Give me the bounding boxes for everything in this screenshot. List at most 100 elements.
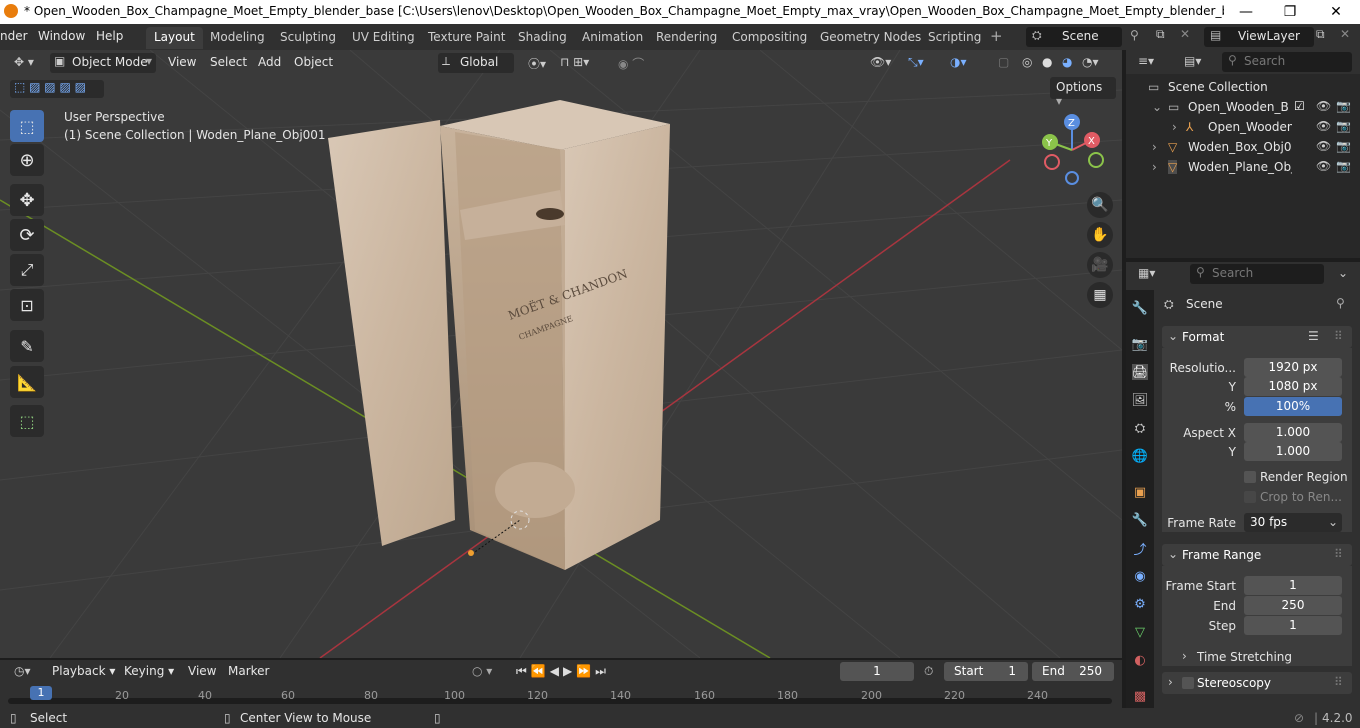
pivot-icon[interactable]: ⦿▾ (524, 53, 550, 73)
editor-type-icon[interactable]: ✥ ▾ (10, 53, 38, 73)
new-scene-icon[interactable]: ⧉ (1156, 27, 1165, 42)
expand-icon[interactable]: › (1172, 120, 1177, 134)
close-button[interactable]: ✕ (1326, 2, 1346, 22)
tool-tab-icon[interactable]: 🔧 (1132, 300, 1148, 316)
move-tool[interactable]: ✥ (10, 184, 44, 216)
editor-type-icon[interactable]: ▦▾ (1138, 266, 1155, 280)
aspect-y-field[interactable]: 1.000 (1244, 442, 1342, 461)
shading-material-icon[interactable]: ◕ (1058, 53, 1076, 73)
eye-icon[interactable]: 👁 (1316, 159, 1331, 173)
drag-handle-icon[interactable]: ⠿ (1334, 547, 1343, 561)
viewlayer-selector[interactable]: ▤ ViewLayer (1204, 27, 1314, 47)
options-dropdown[interactable]: Options ▾ (1050, 77, 1116, 108)
tab-modeling[interactable]: Modeling (202, 27, 273, 49)
tab-animation[interactable]: Animation (574, 27, 651, 49)
menu-keying[interactable]: Keying ▾ (120, 662, 178, 682)
menu-marker[interactable]: Marker (224, 662, 273, 682)
mode-dropdown[interactable]: ▣ Object Mode ▾ (50, 53, 156, 73)
scene-selector[interactable]: ⛭ Scene (1026, 27, 1122, 47)
properties-search-input[interactable]: ⚲ Search (1190, 264, 1324, 284)
tab-layout[interactable]: Layout (146, 27, 203, 49)
current-frame-marker[interactable]: 1 (30, 686, 52, 700)
timer-icon[interactable]: ⏱ (920, 662, 937, 682)
pin-scene-icon[interactable]: ⚲ (1130, 28, 1139, 42)
end-frame-field[interactable]: End 250 (1032, 662, 1114, 681)
constraints-tab-icon[interactable]: ⚙ (1132, 596, 1148, 612)
texture-tab-icon[interactable]: ▩ (1132, 688, 1148, 704)
render-tab-icon[interactable]: 📷 (1132, 336, 1148, 352)
camera-icon[interactable]: 📷 (1336, 99, 1351, 113)
frame-range-panel-header[interactable]: ⌄ Frame Range ⠿ (1162, 544, 1352, 566)
stereoscopy-checkbox[interactable] (1182, 677, 1194, 689)
editor-type-icon[interactable]: ◷▾ (10, 662, 35, 682)
record-icon[interactable]: ○ ▾ (468, 662, 496, 682)
menu-window[interactable]: Window (38, 29, 85, 43)
tab-compositing[interactable]: Compositing (724, 27, 815, 49)
outliner-search-input[interactable]: ⚲ Search (1222, 52, 1352, 72)
tab-rendering[interactable]: Rendering (648, 27, 725, 49)
maximize-button[interactable]: ❐ (1280, 2, 1300, 22)
eye-icon[interactable]: 👁 (1316, 119, 1331, 133)
checkbox-icon[interactable]: ☑ (1294, 99, 1305, 113)
outliner-root[interactable]: Scene Collection (1168, 80, 1268, 94)
frame-end-field[interactable]: 250 (1244, 596, 1342, 615)
camera-icon[interactable]: 📷 (1336, 159, 1351, 173)
new-viewlayer-icon[interactable]: ⧉ (1316, 27, 1325, 42)
menu-blender[interactable]: nder (0, 29, 28, 43)
shading-solid-icon[interactable]: ● (1038, 53, 1056, 73)
playback-controls[interactable]: ⏮⏪◀▶⏩⏭ (512, 662, 614, 682)
display-mode-icon[interactable]: ▤▾ (1184, 54, 1201, 68)
menu-object[interactable]: Object (290, 53, 337, 73)
data-tab-icon[interactable]: ▽ (1132, 624, 1148, 640)
modifier-tab-icon[interactable]: 🔧 (1132, 512, 1148, 528)
menu-help[interactable]: Help (96, 29, 123, 43)
format-panel-header[interactable]: ⌄ Format ☰ ⠿ (1162, 326, 1352, 348)
camera-icon[interactable]: 📷 (1336, 119, 1351, 133)
pan-button[interactable]: ✋ (1087, 222, 1113, 248)
shading-rendered-icon[interactable]: ◔▾ (1078, 53, 1103, 73)
crop-checkbox[interactable] (1244, 491, 1256, 503)
world-tab-icon[interactable]: 🌐 (1132, 448, 1148, 464)
stereoscopy-panel-header[interactable]: › Stereoscopy ⠿ (1162, 672, 1352, 694)
annotate-tool[interactable]: ✎ (10, 330, 44, 362)
material-tab-icon[interactable]: ◐ (1132, 652, 1148, 668)
expand-icon[interactable]: › (1152, 160, 1157, 174)
menu-select[interactable]: Select (206, 53, 251, 73)
output-tab-icon[interactable]: 🖨 (1132, 364, 1148, 380)
xray-icon[interactable]: ▢ (994, 53, 1013, 73)
drag-handle-icon[interactable]: ⠿ (1334, 329, 1343, 343)
resolution-percent-field[interactable]: 100% (1244, 397, 1342, 416)
frame-step-field[interactable]: 1 (1244, 616, 1342, 635)
frame-start-field[interactable]: 1 (1244, 576, 1342, 595)
measure-tool[interactable]: 📐 (10, 366, 44, 398)
snap-icon[interactable]: ⊓ ⊞▾ (556, 53, 593, 73)
cursor-tool[interactable]: ⊕ (10, 144, 44, 176)
outliner-item[interactable]: › ▽ Woden_Box_Obj00 👁 📷 (1126, 138, 1360, 158)
transform-tool[interactable]: ⊡ (10, 289, 44, 321)
object-tab-icon[interactable]: ▣ (1132, 484, 1148, 500)
scale-tool[interactable]: ⤢ (10, 254, 44, 286)
eye-icon[interactable]: 👁 (1316, 139, 1331, 153)
tab-sculpting[interactable]: Sculpting (272, 27, 344, 49)
menu-playback[interactable]: Playback ▾ (48, 662, 119, 682)
menu-add[interactable]: Add (254, 53, 285, 73)
delete-viewlayer-icon[interactable]: ✕ (1340, 27, 1350, 41)
pin-icon[interactable]: ⚲ (1336, 296, 1345, 310)
frame-rate-dropdown[interactable]: 30 fps ⌄ (1244, 513, 1342, 532)
tab-texture-paint[interactable]: Texture Paint (420, 27, 513, 49)
resolution-y-field[interactable]: 1080 px (1244, 377, 1342, 396)
overlay-toggle-icon[interactable]: ◑▾ (946, 53, 971, 73)
aspect-x-field[interactable]: 1.000 (1244, 423, 1342, 442)
minimize-button[interactable]: — (1236, 2, 1256, 22)
orientation-dropdown[interactable]: ⟂ Global (438, 53, 514, 73)
shading-wireframe-icon[interactable]: ◎ (1018, 53, 1036, 73)
add-workspace-button[interactable]: + (990, 27, 1003, 45)
camera-view-button[interactable]: 🎥 (1087, 252, 1113, 278)
presets-list-icon[interactable]: ☰ (1308, 329, 1319, 343)
tab-uv-editing[interactable]: UV Editing (344, 27, 423, 49)
visibility-icon[interactable]: 👁▾ (866, 53, 895, 73)
tab-shading[interactable]: Shading (510, 27, 575, 49)
tab-geometry-nodes[interactable]: Geometry Nodes (812, 27, 929, 49)
eye-icon[interactable]: 👁 (1316, 99, 1331, 113)
menu-view[interactable]: View (184, 662, 220, 682)
